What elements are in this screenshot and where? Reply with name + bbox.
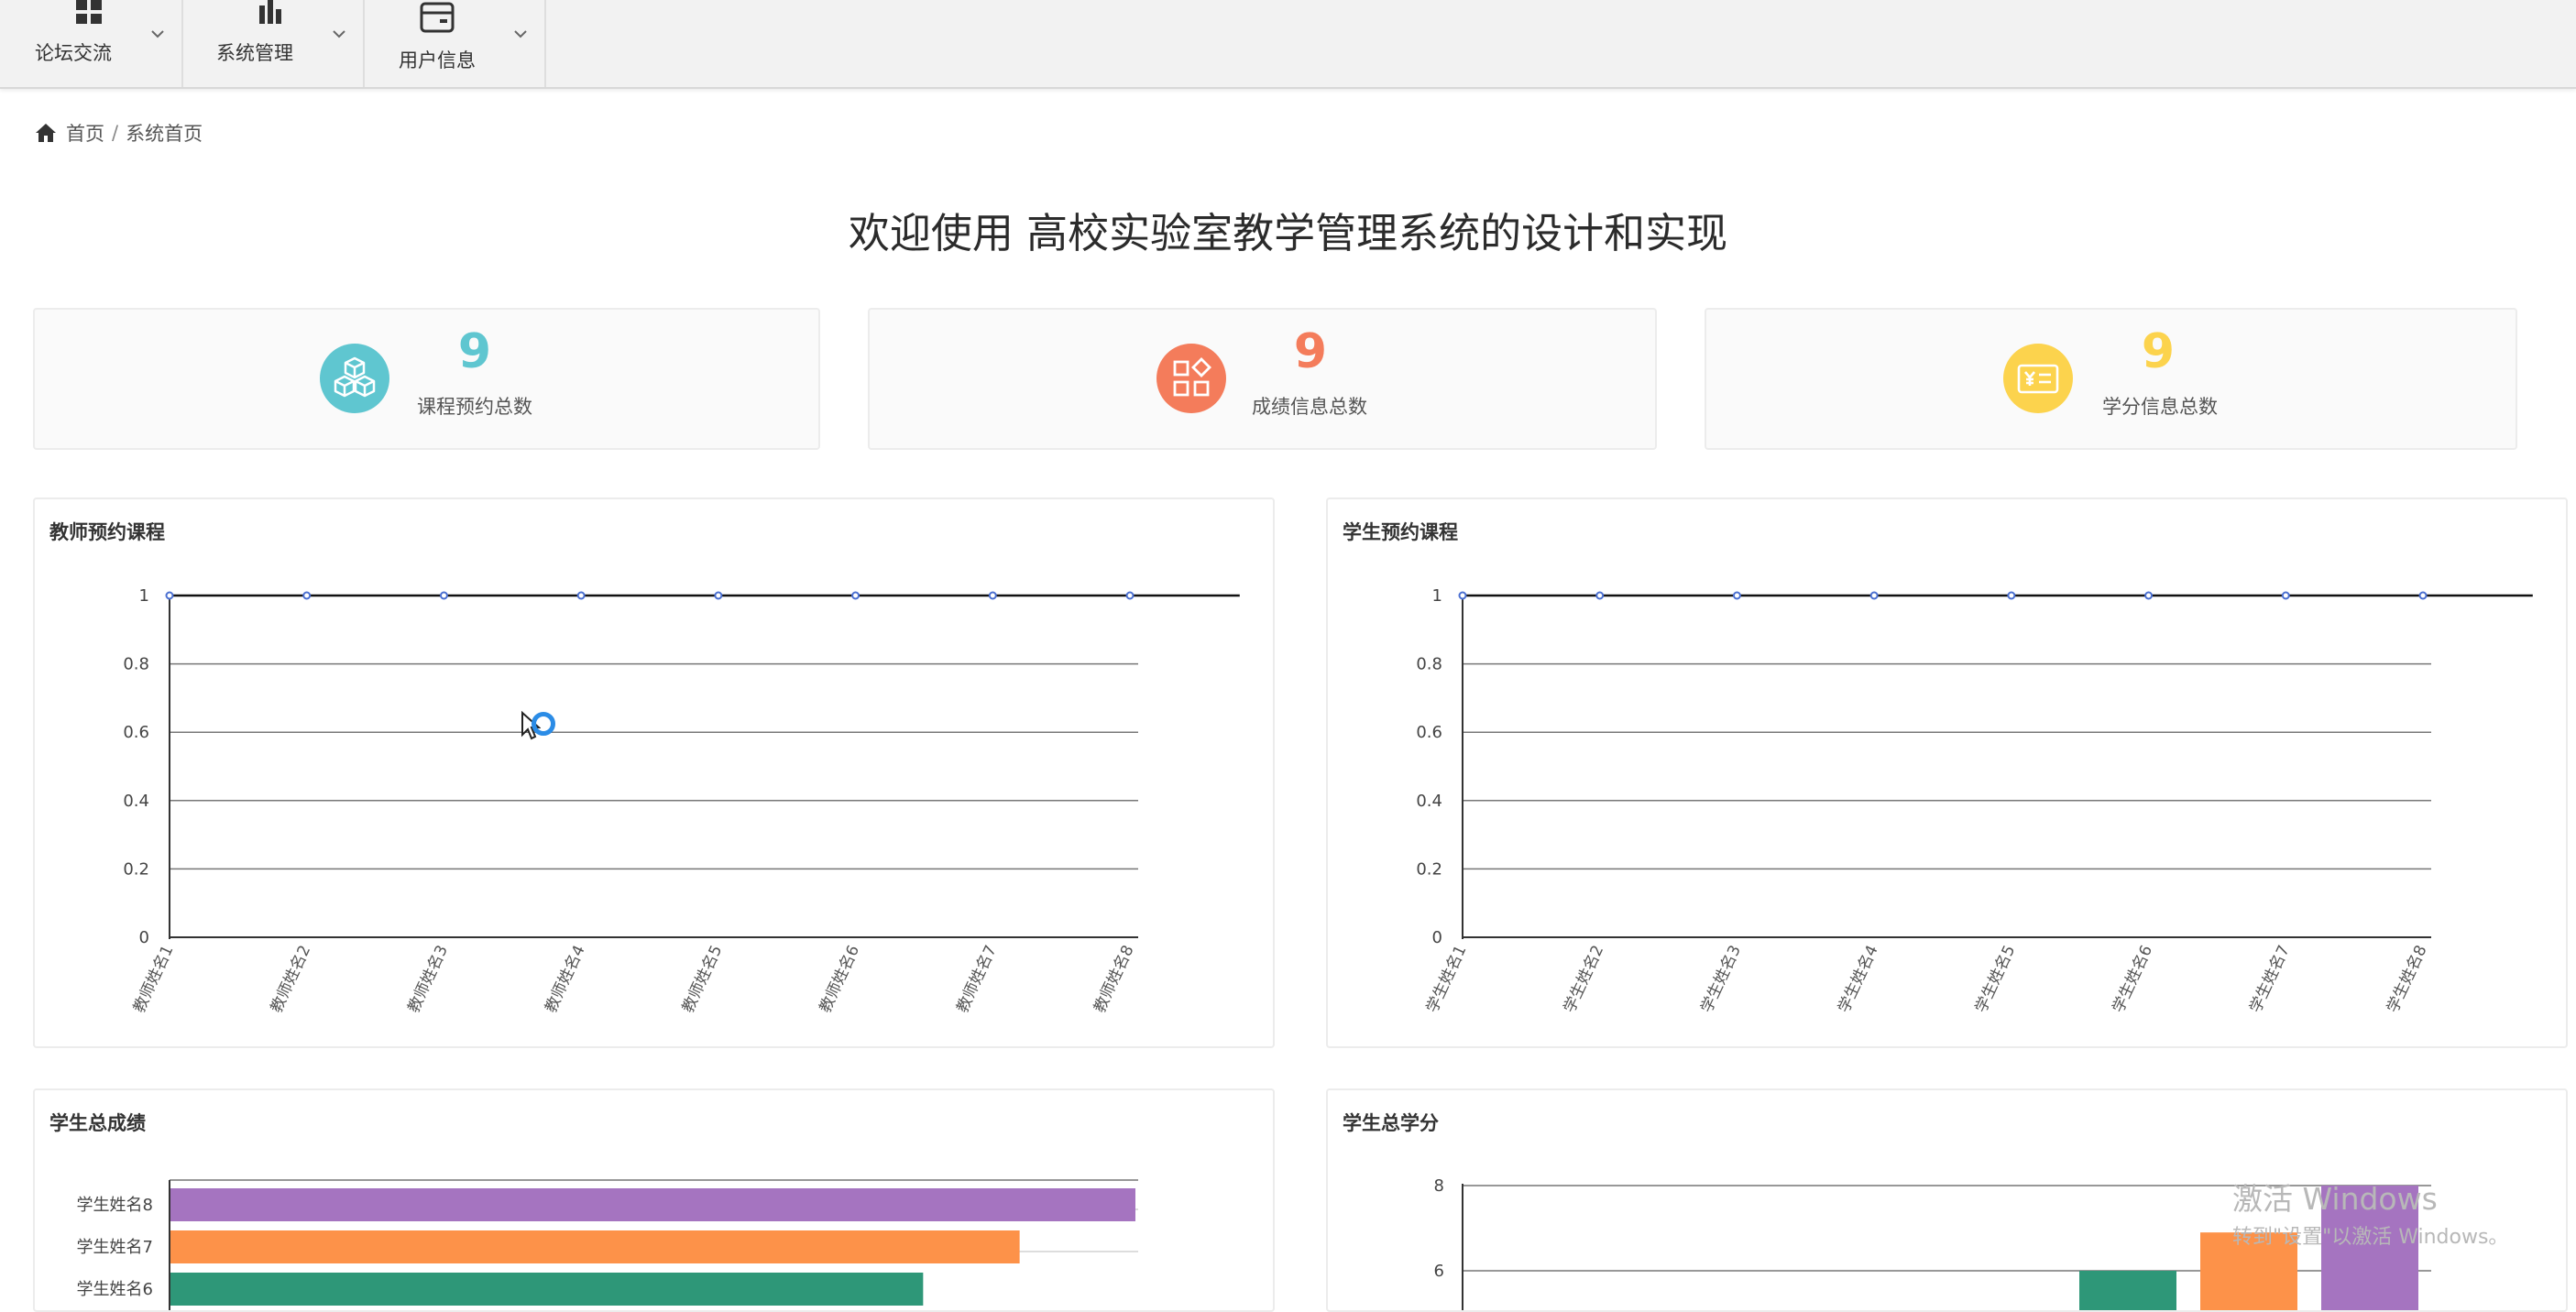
data-point <box>1595 591 1605 600</box>
y-tick-label: 0.2 <box>1416 859 1442 879</box>
data-point <box>714 591 723 600</box>
stat-card-credit-info: 9 学分信息总数 <box>1705 308 2517 450</box>
data-point <box>851 591 860 600</box>
x-tick-label: 学生姓名8 <box>2384 943 2430 1016</box>
student-credit-bar-chart: 68 <box>1434 1176 2431 1310</box>
y-tick-label: 8 <box>1434 1176 1444 1196</box>
x-tick-label: 学生姓名2 <box>1561 943 1607 1016</box>
x-tick-label: 学生姓名7 <box>2246 943 2293 1016</box>
y-tick-label: 0.8 <box>1416 655 1442 674</box>
data-point <box>2007 591 2016 600</box>
breadcrumb-current: 系统首页 <box>126 123 203 145</box>
data-point <box>1732 591 1741 600</box>
y-tick-label: 6 <box>1434 1262 1444 1281</box>
student-credit-chart-panel: 学生总学分 68 <box>1326 1088 2568 1312</box>
y-tick-label: 1 <box>1432 586 1442 606</box>
data-point <box>439 591 448 600</box>
data-point <box>2144 591 2154 600</box>
stat-label: 成绩信息总数 <box>1252 396 1367 418</box>
x-tick-label: 教师姓名1 <box>130 943 177 1016</box>
data-point <box>1458 591 1467 600</box>
grid-icon <box>76 0 102 24</box>
x-tick-label: 学生姓名4 <box>1835 943 1881 1016</box>
student-booking-line-chart: 0 0.2 0.4 0.6 0.8 1 学生姓名1 学生姓名2 学生姓名3 学生姓名4 学生姓名5 学… <box>1416 586 2533 1016</box>
x-tick-label: 教师姓名5 <box>679 943 726 1016</box>
yuan-card-icon <box>2003 344 2073 413</box>
y-tick-label: 0 <box>139 928 149 947</box>
bar <box>2200 1232 2297 1310</box>
y-tick-label: 1 <box>139 586 149 606</box>
student-booking-chart-panel: 学生预约课程 0 0.2 0.4 0.6 0.8 1 学生姓名1 学生姓名2 学生姓名3 学生姓名… <box>1326 497 2568 1048</box>
y-tick-label: 0.6 <box>123 723 149 742</box>
y-tick-label: 0 <box>1432 928 1442 947</box>
x-tick-label: 教师姓名8 <box>1091 943 1137 1016</box>
bar <box>2321 1186 2418 1310</box>
nav-user-info-label: 用户信息 <box>399 49 476 71</box>
stat-label: 课程预约总数 <box>417 396 532 418</box>
stat-value: 9 <box>457 324 492 379</box>
teacher-booking-chart-panel: 教师预约课程 0 0.2 0.4 0.6 0.8 1 教师姓名1 教师姓名2 教师姓名3 教师姓名… <box>33 497 1275 1048</box>
chevron-down-icon <box>151 30 164 38</box>
y-tick-label: 学生姓名6 <box>77 1280 153 1299</box>
stat-value: 9 <box>1293 324 1328 379</box>
nav-system-label: 系统管理 <box>216 42 293 64</box>
x-tick-label: 学生姓名5 <box>1972 943 2019 1016</box>
x-tick-label: 教师姓名6 <box>817 943 863 1016</box>
nav-forum[interactable]: 论坛交流 <box>0 0 183 87</box>
nav-user-info[interactable]: 用户信息 <box>363 0 546 87</box>
data-point <box>1125 591 1135 600</box>
bar <box>170 1188 1135 1221</box>
y-tick-label: 0.2 <box>123 859 149 879</box>
y-tick-label: 学生姓名8 <box>77 1196 153 1215</box>
stat-card-score-info: 9 成绩信息总数 <box>868 308 1657 450</box>
home-icon[interactable] <box>35 123 57 143</box>
breadcrumb-separator: / <box>112 122 119 144</box>
teacher-booking-line-chart: 0 0.2 0.4 0.6 0.8 1 教师姓名1 教师姓名2 教师姓名3 教师姓名4 教师姓名5 教… <box>123 586 1240 1016</box>
cubes-icon <box>320 344 389 413</box>
top-nav-bar: 论坛交流 系统管理 用户信息 <box>0 0 2576 89</box>
x-tick-label: 教师姓名7 <box>953 943 1000 1016</box>
bar <box>170 1230 1020 1263</box>
data-point <box>1869 591 1879 600</box>
x-tick-label: 学生姓名6 <box>2110 943 2156 1016</box>
stat-card-course-booking: 9 课程预约总数 <box>33 308 820 450</box>
bar <box>170 1273 924 1306</box>
data-point <box>576 591 586 600</box>
data-point <box>302 591 312 600</box>
card-icon <box>420 2 455 33</box>
chevron-down-icon <box>333 30 345 38</box>
student-score-chart-panel: 学生总成绩 学生姓名8 学生姓名7 学生姓名6 <box>33 1088 1275 1312</box>
breadcrumb: 首页 / 系统首页 <box>35 117 203 148</box>
x-tick-label: 教师姓名2 <box>268 943 314 1016</box>
nav-forum-label: 论坛交流 <box>35 42 112 64</box>
bar-chart-icon <box>259 0 281 24</box>
bar <box>2079 1271 2176 1310</box>
x-tick-label: 教师姓名4 <box>542 943 588 1016</box>
y-tick-label: 0.6 <box>1416 723 1442 742</box>
data-point <box>2281 591 2290 600</box>
stat-label: 学分信息总数 <box>2102 396 2218 418</box>
x-tick-label: 教师姓名3 <box>405 943 452 1016</box>
student-score-bar-chart: 学生姓名8 学生姓名7 学生姓名6 <box>77 1179 1138 1310</box>
data-point <box>2418 591 2428 600</box>
page-title: 欢迎使用 高校实验室教学管理系统的设计和实现 <box>848 209 1728 257</box>
apps-icon <box>1156 344 1226 413</box>
data-point <box>165 591 174 600</box>
x-tick-label: 学生姓名1 <box>1423 943 1470 1016</box>
breadcrumb-home[interactable]: 首页 <box>66 119 104 147</box>
y-tick-label: 学生姓名7 <box>77 1238 153 1257</box>
stat-value: 9 <box>2141 324 2176 379</box>
chevron-down-icon <box>514 30 527 38</box>
y-tick-label: 0.8 <box>123 655 149 674</box>
nav-system[interactable]: 系统管理 <box>181 0 365 87</box>
data-point <box>988 591 997 600</box>
x-tick-label: 学生姓名3 <box>1698 943 1745 1016</box>
y-tick-label: 0.4 <box>1416 792 1442 811</box>
y-tick-label: 0.4 <box>123 792 149 811</box>
loading-ring-icon <box>532 712 555 736</box>
